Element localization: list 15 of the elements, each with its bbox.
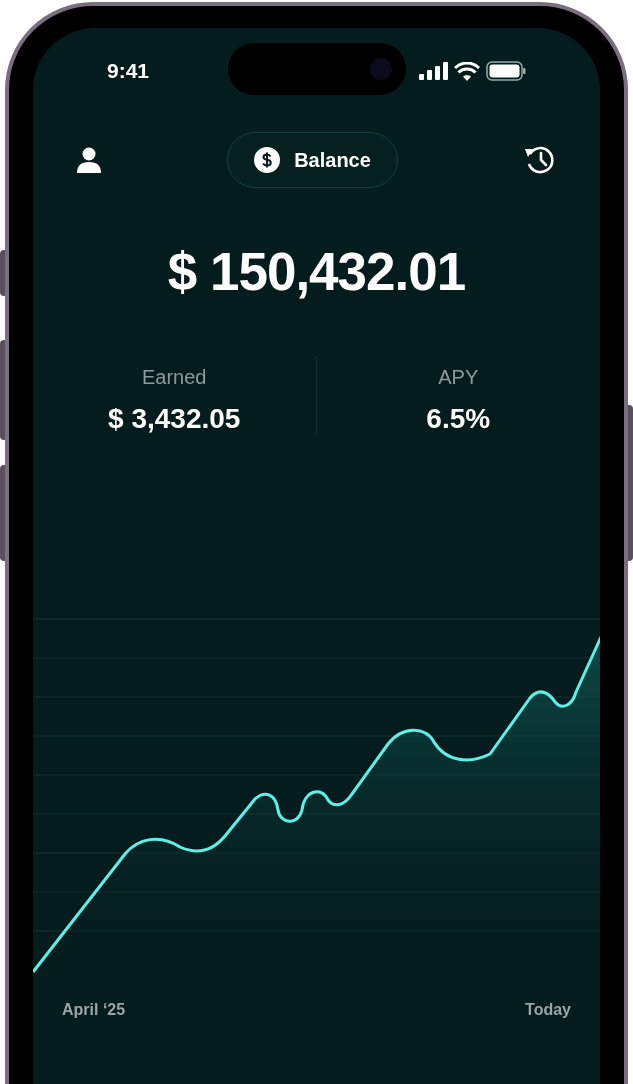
signal-icon (419, 62, 448, 80)
stat-value: $ 3,432.05 (108, 401, 241, 436)
axis-end-label: Today (525, 1000, 571, 1020)
axis-start-label: April ‘25 (62, 1000, 126, 1020)
profile-icon[interactable] (77, 147, 101, 173)
balance-amount: $ 150,432.01 (167, 241, 466, 303)
wifi-icon (454, 61, 480, 81)
stat-value: 6.5% (426, 401, 491, 436)
dollar-icon (254, 147, 281, 173)
stat-label: APY (438, 364, 479, 390)
battery-icon (486, 61, 526, 81)
status-time: 9:41 (107, 58, 150, 85)
balance-button[interactable]: Balance (227, 132, 398, 188)
history-icon[interactable] (524, 145, 556, 175)
stat-label: Earned (142, 364, 207, 390)
